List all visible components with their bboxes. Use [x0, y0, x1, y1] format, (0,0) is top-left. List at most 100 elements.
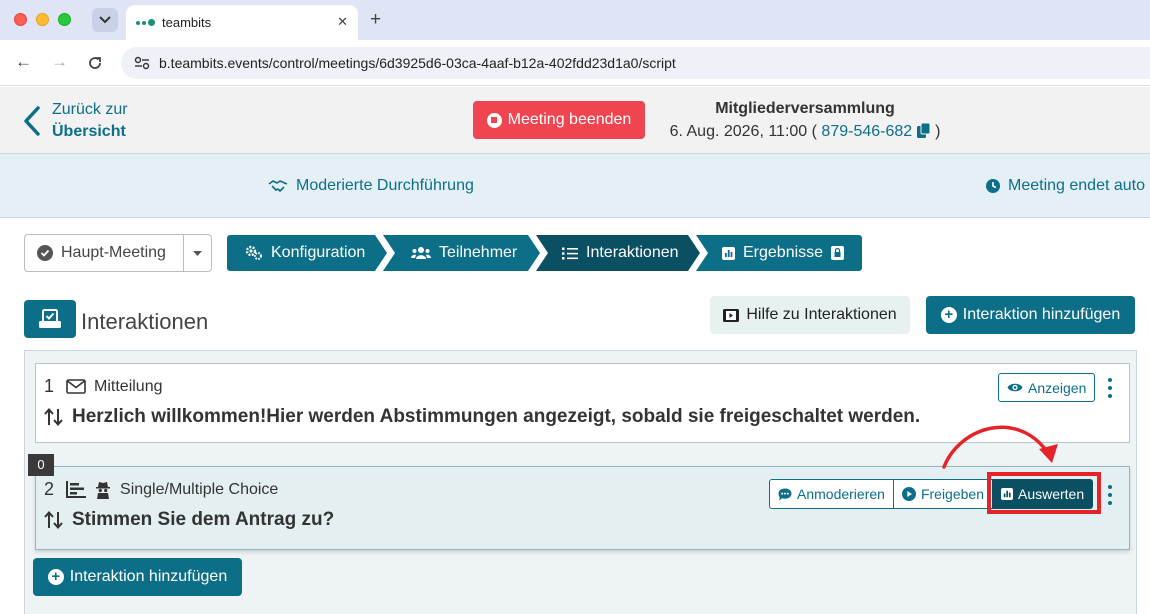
- meeting-select[interactable]: Haupt-Meeting: [24, 234, 212, 272]
- vote-box-icon: [39, 309, 61, 328]
- step-ergebnisse[interactable]: Ergebnisse: [696, 235, 862, 271]
- chart-bar-icon: [722, 246, 735, 260]
- auto-end-item: Meeting endet auto: [986, 177, 1145, 195]
- tab-list-button[interactable]: [92, 8, 118, 32]
- moderated-mode-label: Moderierte Durchführung: [296, 177, 474, 194]
- step-label: Interaktionen: [586, 244, 679, 261]
- chevron-down-icon: [99, 16, 111, 24]
- interaction-text: Stimmen Sie dem Antrag zu?: [72, 509, 335, 530]
- step-interaktionen[interactable]: Interaktionen: [536, 235, 700, 271]
- step-label: Konfiguration: [271, 244, 366, 261]
- step-konfiguration[interactable]: Konfiguration: [227, 235, 387, 271]
- reload-icon[interactable]: [87, 55, 103, 71]
- chart-bar-icon: [1000, 488, 1013, 500]
- meeting-title: Mitgliederversammlung: [715, 100, 895, 117]
- film-play-icon: [723, 308, 740, 322]
- address-bar: ← → b.teambits.events/control/meetings/6…: [0, 40, 1150, 86]
- add-interaction-button-top[interactable]: + Interaktion hinzufügen: [926, 296, 1135, 334]
- plus-circle-icon: +: [940, 307, 957, 323]
- interaction-type: Single/Multiple Choice: [120, 480, 279, 498]
- evaluate-label: Auswerten: [1017, 486, 1085, 502]
- interaction-number: 2: [44, 479, 55, 499]
- check-circle-icon: [37, 245, 53, 261]
- evaluate-button[interactable]: Auswerten: [991, 479, 1094, 509]
- release-label: Freigeben: [920, 486, 984, 502]
- back-link-line1: Zurück zur: [52, 101, 128, 118]
- meeting-info: Mitgliederversammlung 6. Aug. 2026, 11:0…: [660, 100, 950, 141]
- eye-icon: [1007, 383, 1023, 392]
- help-interactions-button[interactable]: Hilfe zu Interaktionen: [710, 296, 910, 334]
- play-circle-icon: [901, 487, 916, 501]
- back-link-line2: Übersicht: [52, 123, 126, 140]
- poll-list-icon: [66, 481, 87, 498]
- step-teilnehmer[interactable]: Teilnehmer: [383, 235, 540, 271]
- window-maximize-button[interactable]: [58, 13, 71, 26]
- url-input[interactable]: b.teambits.events/control/meetings/6d392…: [121, 47, 1150, 79]
- interaction-action-group: Anmoderieren Freigeben Auswerten: [769, 479, 1094, 509]
- interactions-section-icon: [24, 300, 76, 338]
- meeting-close-paren: ): [935, 123, 941, 140]
- browser-tab-bar: teambits ✕ +: [0, 0, 1150, 40]
- stop-icon: [486, 112, 502, 128]
- interaction-card-1: 1 Mitteilung Herzlich willkommen!Hier we…: [35, 363, 1130, 443]
- meeting-select-caret[interactable]: [183, 235, 211, 271]
- window-close-button[interactable]: [14, 13, 27, 26]
- interaction-card-2: 2 Single/Multiple Choice Stimmen Sie dem…: [35, 466, 1130, 550]
- more-options-icon[interactable]: [1105, 485, 1115, 505]
- page-title: Interaktionen: [81, 309, 209, 334]
- chevron-left-icon: [24, 106, 40, 136]
- sort-arrows-icon[interactable]: [44, 408, 64, 426]
- caret-down-icon: [193, 250, 202, 256]
- moderated-mode-item: Moderierte Durchführung: [268, 177, 474, 195]
- add-interaction-button-bottom[interactable]: + Interaktion hinzufügen: [33, 558, 242, 596]
- end-meeting-button[interactable]: Meeting beenden: [473, 101, 645, 139]
- tab-close-icon[interactable]: ✕: [337, 14, 348, 30]
- moderate-label: Anmoderieren: [797, 486, 885, 502]
- lock-icon: [831, 246, 845, 260]
- step-label: Teilnehmer: [439, 244, 518, 261]
- tab-title: teambits: [162, 15, 212, 30]
- interaction-body: Herzlich willkommen!Hier werden Abstimmu…: [44, 406, 920, 428]
- interaction-count-badge: 0: [28, 454, 54, 476]
- window-minimize-button[interactable]: [36, 13, 49, 26]
- interaction-type: Mitteilung: [94, 377, 163, 395]
- show-label: Anzeigen: [1028, 379, 1087, 396]
- copy-icon[interactable]: [916, 122, 931, 138]
- step-label: Ergebnisse: [743, 244, 824, 261]
- site-settings-icon[interactable]: [133, 56, 151, 70]
- more-options-icon[interactable]: [1105, 378, 1115, 398]
- meeting-id-link[interactable]: 879-546-682: [821, 123, 912, 140]
- interaction-header: 2 Single/Multiple Choice: [44, 479, 278, 500]
- comment-dots-icon: [778, 488, 792, 500]
- meeting-date: 6. Aug. 2026, 11:00 (: [669, 123, 817, 140]
- interaction-body: Stimmen Sie dem Antrag zu?: [44, 509, 334, 531]
- browser-tab[interactable]: teambits ✕: [126, 5, 358, 40]
- envelope-icon: [66, 379, 86, 394]
- help-interactions-label: Hilfe zu Interaktionen: [746, 306, 897, 323]
- plus-circle-icon: +: [47, 569, 64, 585]
- end-meeting-label: Meeting beenden: [507, 111, 632, 128]
- interaction-number: 1: [44, 376, 55, 396]
- new-tab-icon[interactable]: +: [370, 9, 381, 31]
- teambits-favicon-icon: [136, 18, 156, 28]
- back-arrow-icon[interactable]: ←: [15, 52, 32, 72]
- meeting-select-value: Haupt-Meeting: [61, 244, 166, 261]
- gears-icon: [245, 245, 262, 260]
- moderate-button[interactable]: Anmoderieren: [769, 479, 894, 509]
- back-to-overview-link[interactable]: Zurück zur Übersicht: [22, 99, 128, 143]
- sort-arrows-icon[interactable]: [44, 511, 64, 529]
- meeting-subtitle: 6. Aug. 2026, 11:00 ( 879-546-682 ): [660, 122, 950, 141]
- auto-end-label: Meeting endet auto: [1008, 177, 1145, 194]
- release-button[interactable]: Freigeben: [892, 479, 993, 509]
- mode-bar: Moderierte Durchführung Meeting endet au…: [0, 154, 1150, 218]
- forward-arrow-icon[interactable]: →: [51, 52, 68, 72]
- app-header: Zurück zur Übersicht Meeting beenden Mit…: [0, 87, 1150, 154]
- users-icon: [411, 247, 431, 259]
- add-interaction-label: Interaktion hinzufügen: [962, 306, 1121, 323]
- handshake-icon: [268, 180, 288, 192]
- list-icon: [562, 247, 578, 259]
- url-text: b.teambits.events/control/meetings/6d392…: [159, 55, 676, 71]
- clock-icon: [986, 179, 1000, 193]
- show-button[interactable]: Anzeigen: [998, 373, 1096, 402]
- interaction-header: 1 Mitteilung: [44, 376, 163, 397]
